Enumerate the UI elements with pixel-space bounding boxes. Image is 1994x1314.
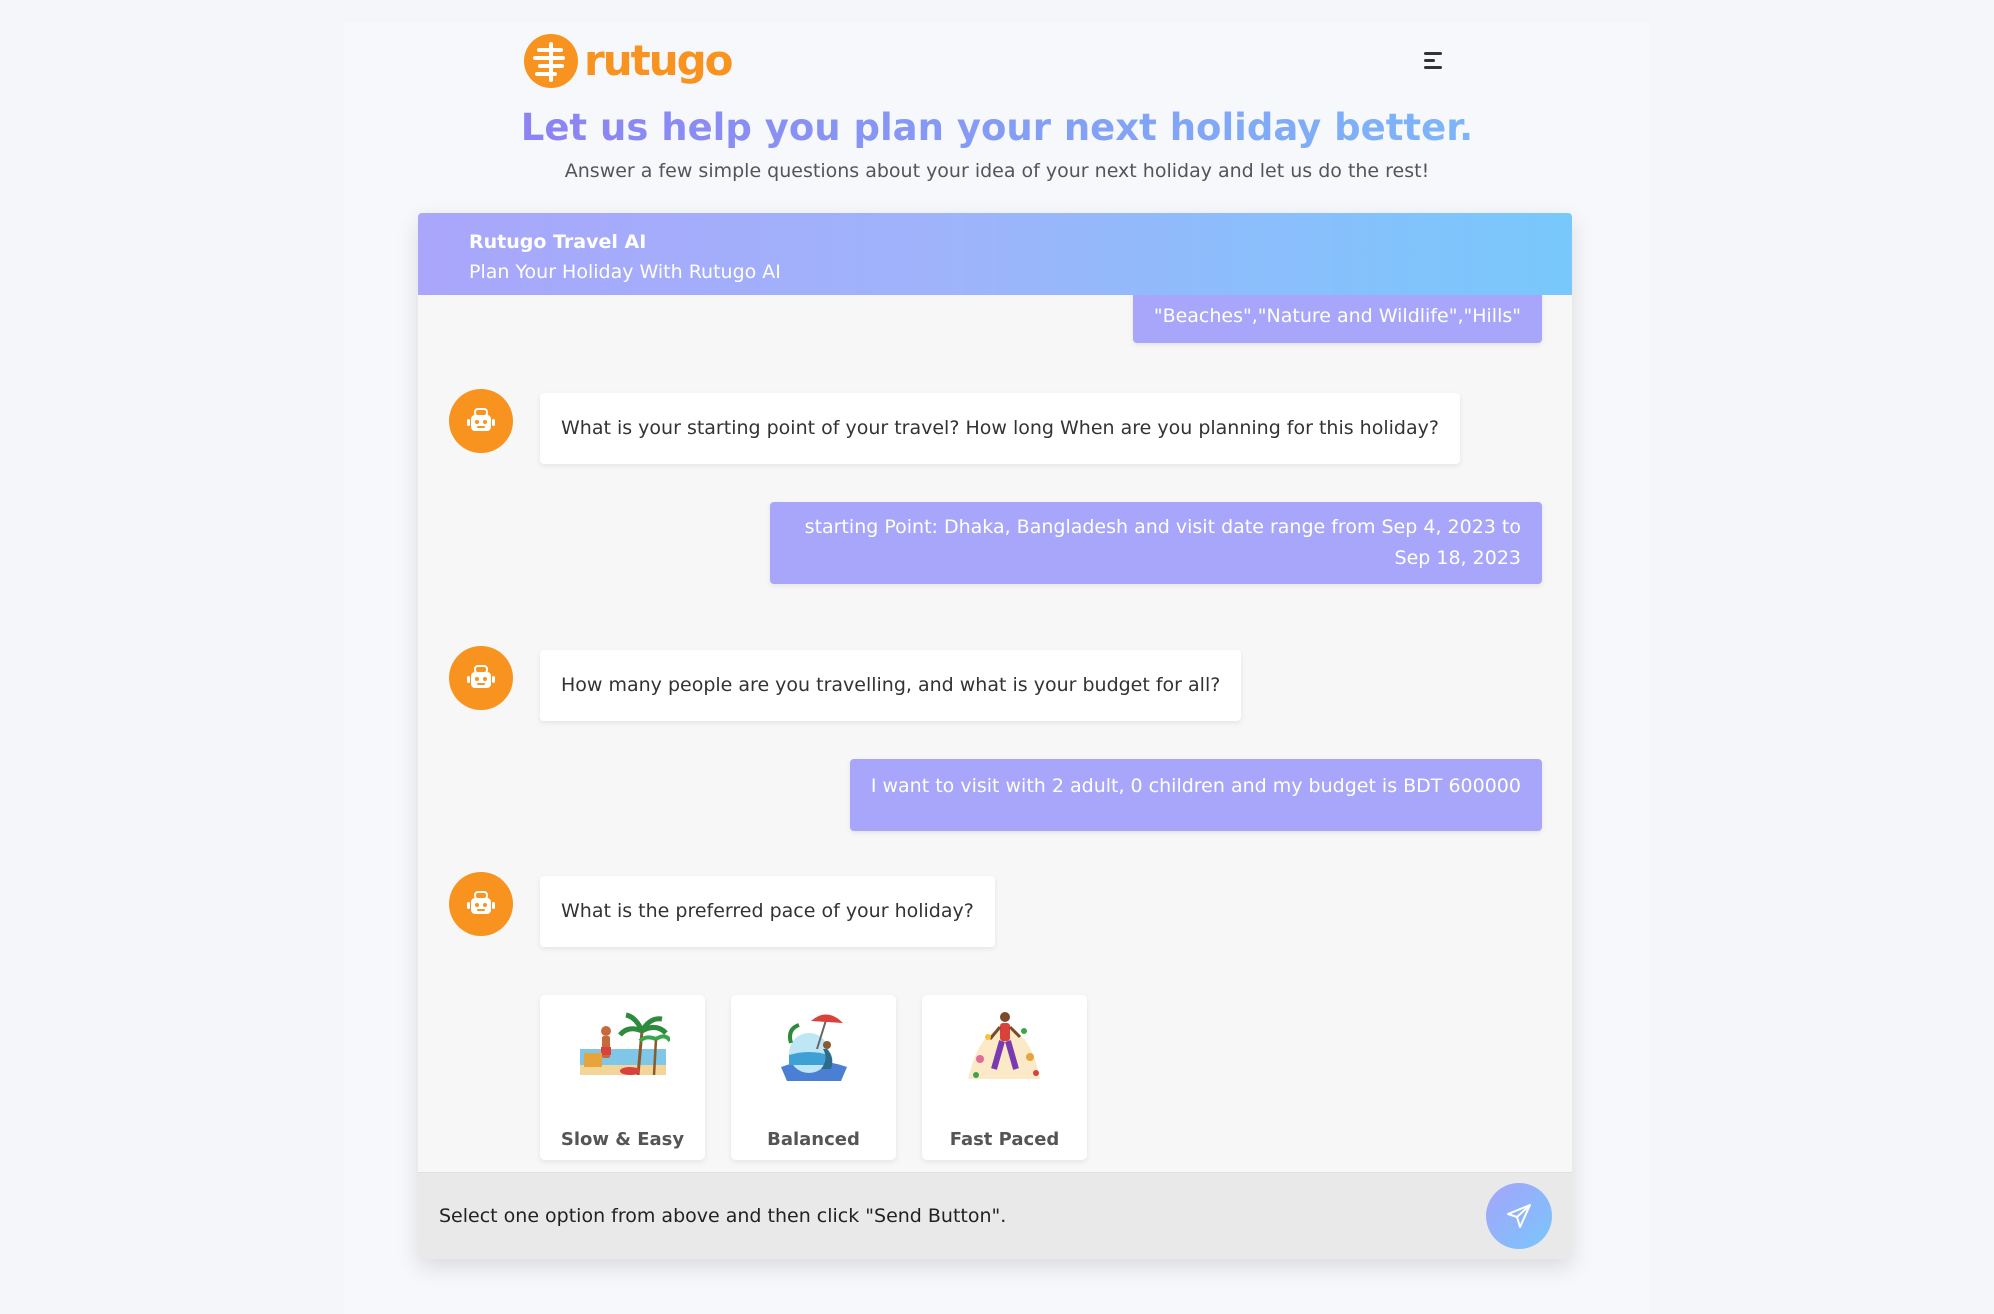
bot-avatar-icon xyxy=(449,389,513,453)
option-label: Slow & Easy xyxy=(560,1129,685,1150)
user-message: I want to visit with 2 adult, 0 children… xyxy=(849,759,1542,831)
page-subheadline: Answer a few simple questions about your… xyxy=(564,160,1430,182)
send-icon xyxy=(1507,1204,1531,1228)
user-message-text-line-2: Sep 18, 2023 xyxy=(1394,547,1521,569)
beach-relax-illustration-icon xyxy=(580,1012,670,1076)
option-label: Fast Paced xyxy=(949,1129,1060,1150)
bot-message: How many people are you travelling, and … xyxy=(540,650,1242,721)
chat-messages[interactable]: "Beaches","Nature and Wildlife","Hills" … xyxy=(418,289,1572,1172)
option-fast-paced[interactable]: Fast Paced xyxy=(922,995,1087,1160)
top-bar: rutugo xyxy=(524,34,1444,94)
bot-message: What is your starting point of your trav… xyxy=(540,393,1460,464)
bot-message: What is the preferred pace of your holid… xyxy=(540,876,995,947)
page-headline: Let us help you plan your next holiday b… xyxy=(0,104,1994,152)
bot-message-text: How many people are you travelling, and … xyxy=(561,674,1221,696)
chat-title: Rutugo Travel AI xyxy=(469,231,647,253)
bot-avatar-icon xyxy=(449,872,513,936)
message-input[interactable] xyxy=(439,1201,1439,1231)
message-composer xyxy=(418,1172,1572,1259)
user-message: starting Point: Dhaka, Bangladesh and vi… xyxy=(770,502,1542,584)
send-button[interactable] xyxy=(1486,1183,1552,1249)
user-message-text-line-1: starting Point: Dhaka, Bangladesh and vi… xyxy=(804,516,1521,538)
option-slow-easy[interactable]: Slow & Easy xyxy=(540,995,705,1160)
chat-panel: Rutugo Travel AI Plan Your Holiday With … xyxy=(418,213,1572,1259)
option-label: Balanced xyxy=(767,1129,860,1150)
pace-options: Slow & Easy Balanced Fast Paced xyxy=(540,995,1087,1160)
bot-message-text: What is the preferred pace of your holid… xyxy=(561,900,974,922)
beach-umbrella-illustration-icon xyxy=(781,1014,847,1081)
bot-message-text: What is your starting point of your trav… xyxy=(561,417,1439,439)
user-message: "Beaches","Nature and Wildlife","Hills" xyxy=(1132,289,1542,343)
brand-name: rutugo xyxy=(584,36,734,85)
option-balanced[interactable]: Balanced xyxy=(731,995,896,1160)
chat-header: Rutugo Travel AI Plan Your Holiday With … xyxy=(418,213,1572,295)
bot-avatar-icon xyxy=(449,646,513,710)
logo-mark-icon xyxy=(524,34,578,88)
walking-person-illustration-icon xyxy=(968,1012,1040,1079)
user-message-text: I want to visit with 2 adult, 0 children… xyxy=(870,775,1521,797)
user-message-text: "Beaches","Nature and Wildlife","Hills" xyxy=(1153,305,1521,327)
chat-subtitle: Plan Your Holiday With Rutugo AI xyxy=(469,261,781,283)
brand-logo[interactable]: rutugo xyxy=(524,34,734,88)
hamburger-menu-icon[interactable] xyxy=(1424,50,1444,70)
